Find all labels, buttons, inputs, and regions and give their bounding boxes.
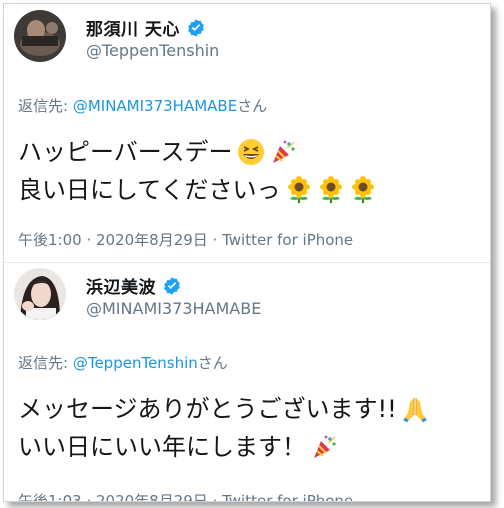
tweet-text-line: ハッピーバースデー xyxy=(18,133,377,171)
sunflower-emoji-icon xyxy=(351,176,374,203)
avatar[interactable] xyxy=(14,10,66,62)
reply-prefix: 返信先: xyxy=(18,97,73,115)
tweet-timestamp[interactable]: 午後1:00 · 2020年8月29日 · Twitter for iPhone xyxy=(18,229,353,250)
tweet-text: ハッピーバースデー 良い日にしてくださいっ xyxy=(18,133,377,209)
reply-prefix: 返信先: xyxy=(18,354,73,372)
avatar-image xyxy=(14,10,66,62)
tweet-text-segment: 良い日にしてくださいっ xyxy=(18,176,281,204)
tweet-text-segment: メッセージありがとうございます!! xyxy=(18,395,397,423)
sunflower-emoji-icon xyxy=(319,176,342,203)
tweet: 那須川 天心 @TeppenTenshin 返信先: @MINAMI373HAM… xyxy=(4,4,490,262)
avatar[interactable] xyxy=(14,268,66,320)
party-popper-emoji-icon xyxy=(272,140,295,163)
display-name[interactable]: 浜辺美波 xyxy=(86,273,156,298)
verified-badge-icon xyxy=(164,276,180,295)
reply-suffix: さん xyxy=(237,97,268,115)
reply-suffix: さん xyxy=(197,354,228,372)
reply-handle-link[interactable]: @TeppenTenshin xyxy=(73,354,198,372)
avatar-image xyxy=(14,268,66,320)
author-name-row: 那須川 天心 xyxy=(86,15,206,40)
reply-to-line: 返信先: @MINAMI373HAMABEさん xyxy=(18,95,267,116)
tweet-timestamp[interactable]: 午後1:03 · 2020年8月29日 · Twitter for iPhone xyxy=(18,490,353,501)
party-popper-emoji-icon xyxy=(314,435,336,458)
display-name[interactable]: 那須川 天心 xyxy=(86,15,180,40)
author-handle[interactable]: @MINAMI373HAMABE xyxy=(86,299,261,318)
author-name-row: 浜辺美波 xyxy=(86,273,182,298)
author-handle[interactable]: @TeppenTenshin xyxy=(86,41,219,60)
grinning-squint-emoji-icon xyxy=(237,139,264,165)
tweet-text-line: メッセージありがとうございます!! xyxy=(18,390,429,428)
tweet-text: メッセージありがとうございます!! いい日にいい年にします！ xyxy=(18,390,429,466)
verified-badge-icon xyxy=(188,18,204,37)
reply-handle-link[interactable]: @MINAMI373HAMABE xyxy=(73,97,237,115)
reply-to-line: 返信先: @TeppenTenshinさん xyxy=(18,352,228,373)
tweet-text-segment: ハッピーバースデー xyxy=(18,138,233,166)
folded-hands-emoji-icon xyxy=(403,398,427,423)
sunflower-emoji-icon xyxy=(287,176,310,203)
tweet-text-line: 良い日にしてくださいっ xyxy=(18,171,377,209)
tweet: 浜辺美波 @MINAMI373HAMABE 返信先: @TeppenTenshi… xyxy=(4,262,490,501)
tweet-screenshot-frame: 那須川 天心 @TeppenTenshin 返信先: @MINAMI373HAM… xyxy=(3,3,491,502)
tweet-text-line: いい日にいい年にします！ xyxy=(18,428,429,466)
tweet-text-segment: いい日にいい年にします！ xyxy=(18,433,306,461)
